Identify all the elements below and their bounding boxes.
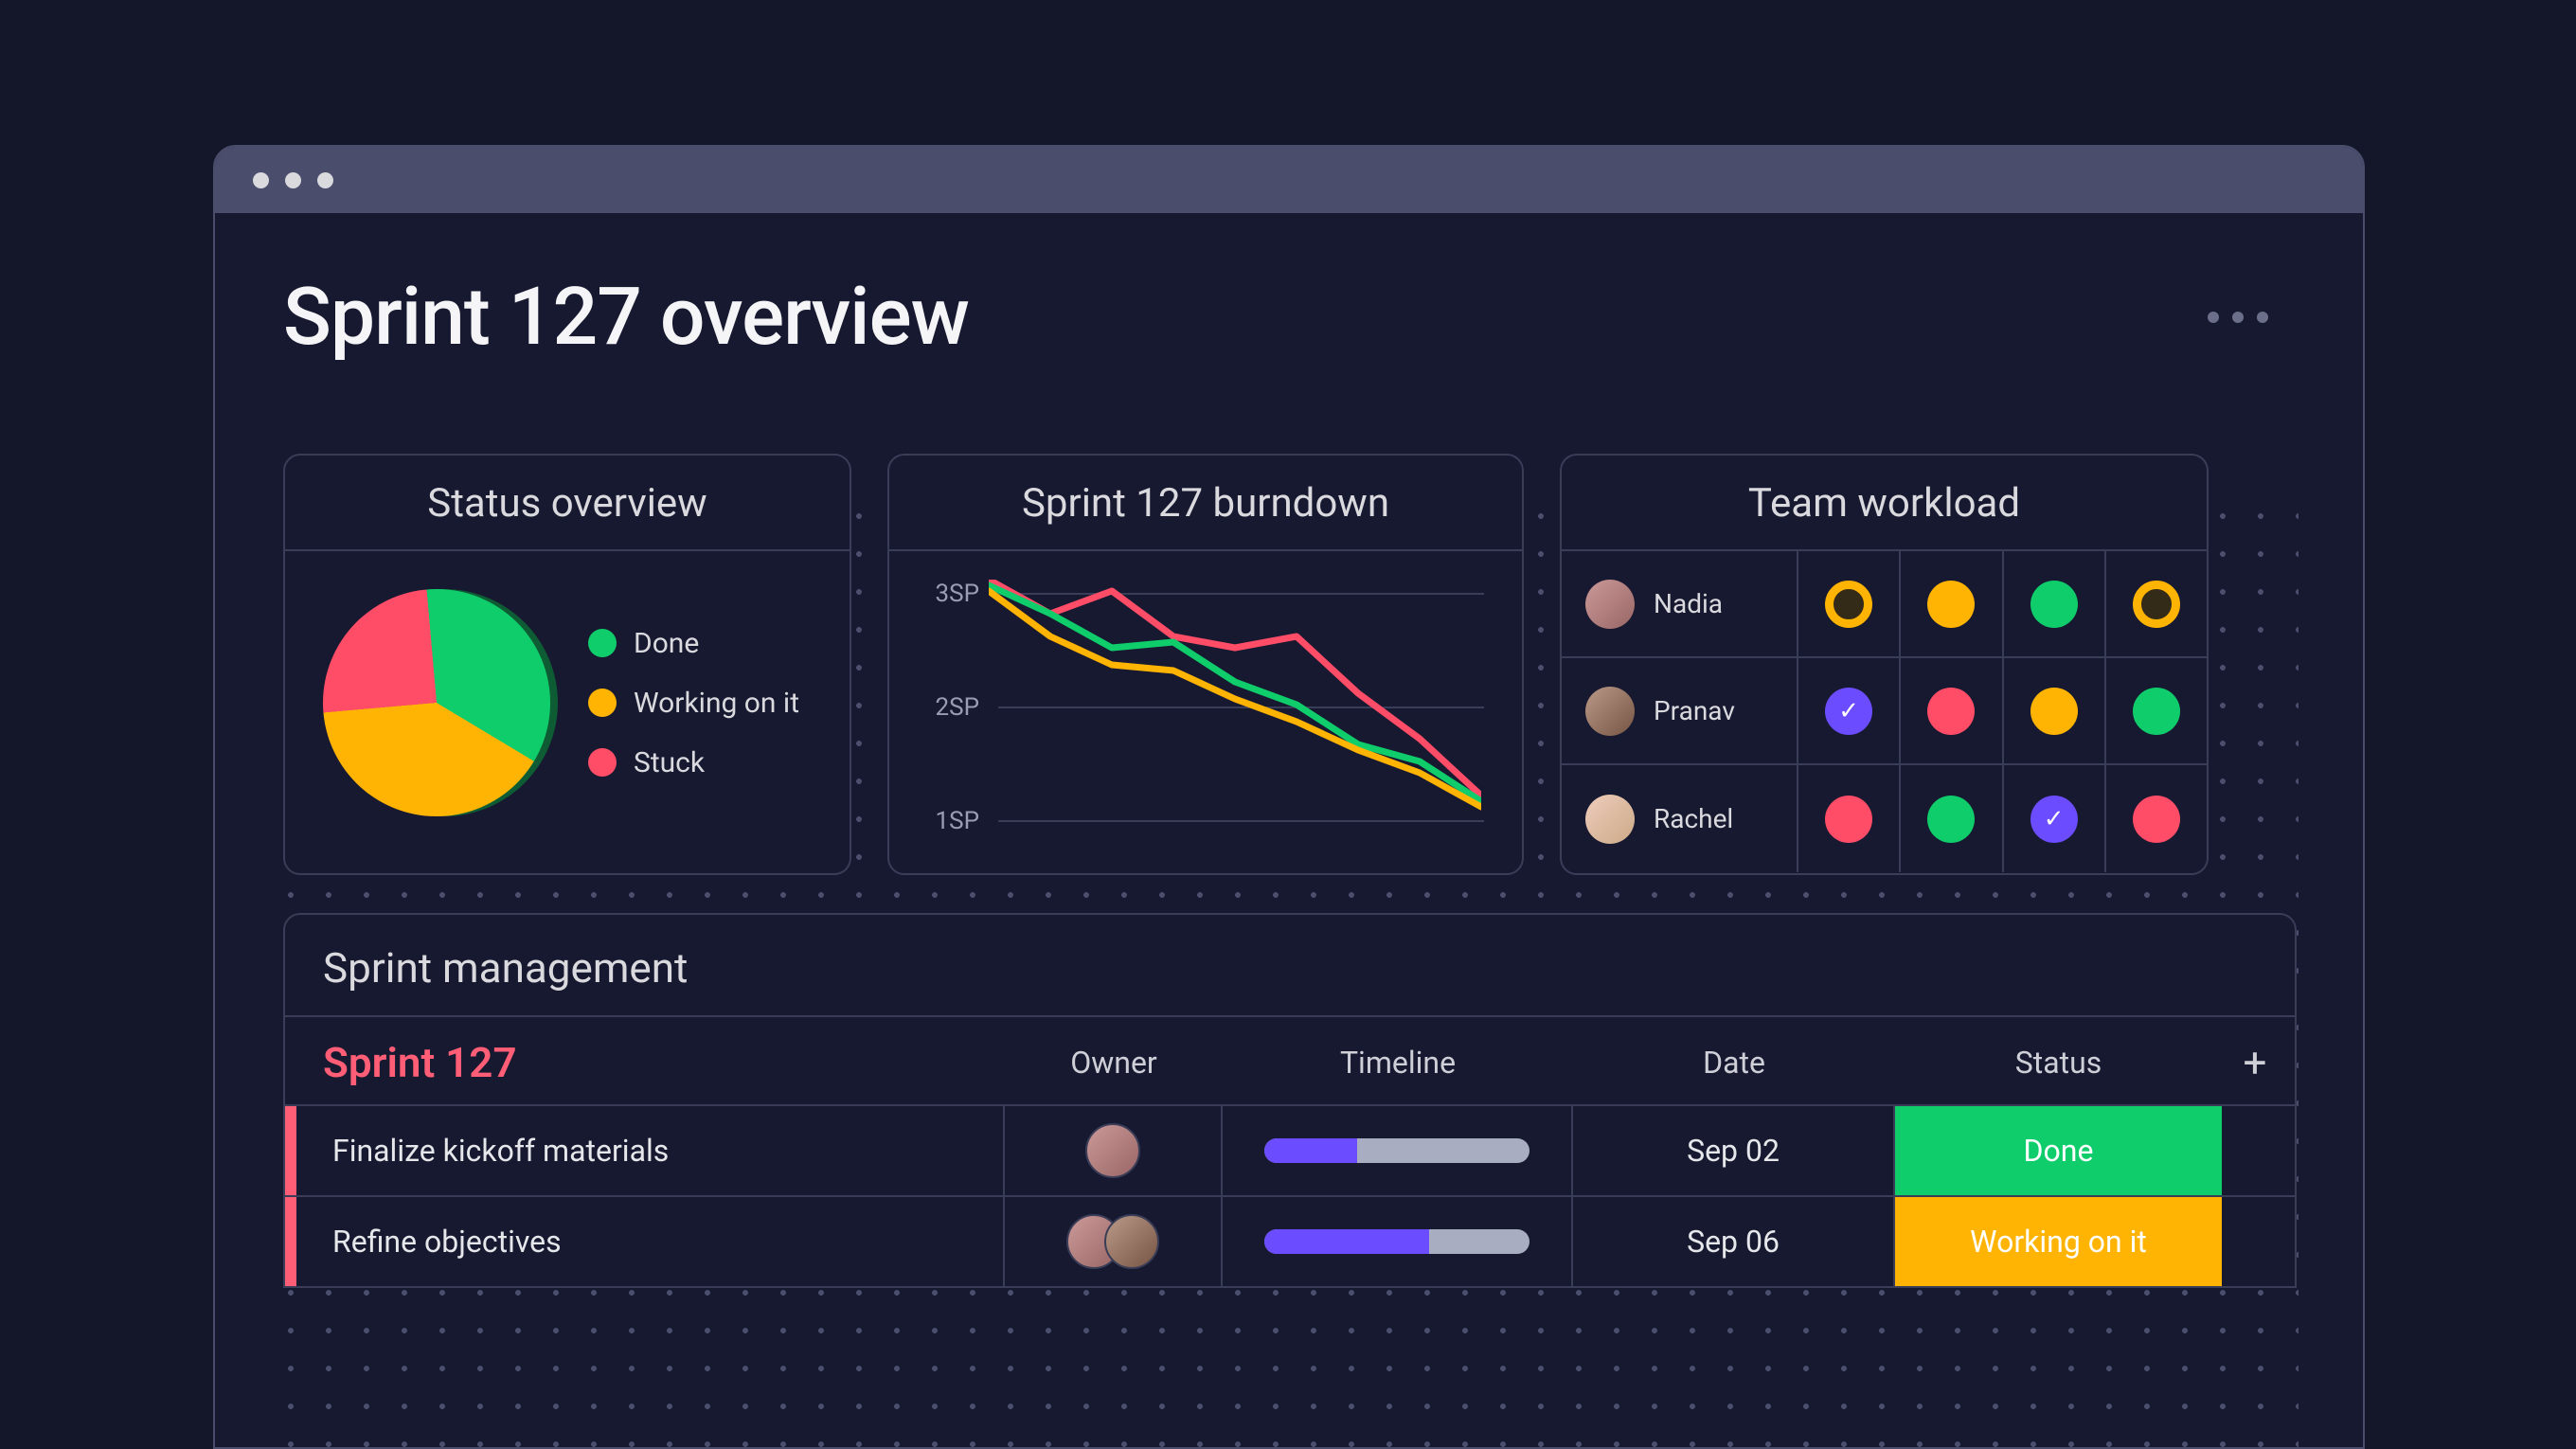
owner-cell[interactable] [1005,1106,1223,1195]
legend-label: Working on it [634,687,799,720]
column-header-date[interactable]: Date [1573,1045,1895,1081]
person-name: Pranav [1654,695,1735,726]
status-chip-icon [1927,796,1975,843]
workload-person[interactable]: Pranav [1562,658,1798,763]
status-cell[interactable]: Done [1895,1106,2222,1195]
page-title: Sprint 127 overview [283,270,969,364]
legend-color-icon [588,689,617,717]
status-chip-icon [2133,796,2180,843]
workload-cell[interactable] [1798,765,1901,872]
status-chip-icon [1927,581,1975,628]
person-name: Nadia [1654,588,1723,619]
workload-cell[interactable] [2004,658,2106,763]
avatar [1085,1123,1140,1178]
y-axis-label: 3SP [927,580,979,608]
avatar [1104,1214,1159,1269]
progress-bar [1264,1138,1530,1163]
legend-label: Stuck [634,746,705,779]
workload-cell[interactable] [2106,551,2207,656]
avatar [1585,687,1635,736]
app-window: Sprint 127 overview Status overview Done… [213,145,2365,1449]
workload-person[interactable]: Rachel [1562,765,1798,872]
workload-cell[interactable]: ✓ [2004,765,2106,872]
workload-cell[interactable] [2106,658,2207,763]
table-row[interactable]: Finalize kickoff materials Sep 02Done [285,1104,2295,1195]
owner-cell[interactable] [1005,1197,1223,1286]
add-column-button[interactable]: + [2222,1038,2288,1087]
legend-item: Stuck [588,746,799,779]
card-title: Sprint 127 burndown [889,456,1522,549]
y-axis-label: 2SP [927,693,979,722]
legend-label: Done [634,627,699,660]
workload-cell[interactable] [2004,551,2106,656]
task-name[interactable]: Finalize kickoff materials [296,1106,1005,1195]
burndown-chart [989,580,1481,835]
workload-row: Rachel ✓ [1562,765,2207,872]
person-name: Rachel [1654,803,1733,834]
card-title: Status overview [285,456,850,549]
timeline-cell[interactable] [1223,1197,1573,1286]
timeline-cell[interactable] [1223,1106,1573,1195]
window-minimize-icon[interactable] [285,172,301,188]
legend-color-icon [588,748,617,777]
burndown-card: Sprint 127 burndown 3SP 2SP 1SP [887,454,1524,875]
status-chip-icon [2030,688,2078,735]
status-chip-icon [1927,688,1975,735]
avatar [1585,795,1635,844]
table-row[interactable]: Refine objectives Sep 06Working on it [285,1195,2295,1286]
column-header-timeline[interactable]: Timeline [1223,1045,1573,1081]
status-chip-icon [2133,581,2180,628]
row-accent [285,1106,296,1195]
date-cell[interactable]: Sep 06 [1573,1197,1895,1286]
sprint-management-card: Sprint management Sprint 127 Owner Timel… [283,913,2297,1288]
legend-item: Working on it [588,687,799,720]
status-chip-icon [1825,796,1872,843]
status-overview-card: Status overview Done Working on it Stuck [283,454,851,875]
y-axis-label: 1SP [927,807,979,835]
window-maximize-icon[interactable] [317,172,333,188]
card-title: Team workload [1562,456,2207,549]
status-chip-icon [2133,688,2180,735]
sprint-group-name[interactable]: Sprint 127 [285,1038,1005,1087]
card-title: Sprint management [285,915,2295,1015]
workload-cell[interactable] [1798,551,1901,656]
window-titlebar [215,147,2363,213]
more-menu-icon[interactable] [2208,312,2297,323]
status-chip-icon [1825,581,1872,628]
workload-row: Pranav ✓ [1562,658,2207,765]
burndown-series-line [989,580,1481,796]
window-close-icon[interactable] [253,172,269,188]
workload-cell[interactable]: ✓ [1798,658,1901,763]
workload-cell[interactable] [2106,765,2207,872]
date-cell[interactable]: Sep 02 [1573,1106,1895,1195]
column-header-owner[interactable]: Owner [1005,1045,1223,1081]
status-pie-chart [323,589,550,816]
column-header-status[interactable]: Status [1895,1045,2222,1081]
status-cell[interactable]: Working on it [1895,1197,2222,1286]
row-accent [285,1197,296,1286]
progress-bar [1264,1229,1530,1254]
workload-person[interactable]: Nadia [1562,551,1798,656]
workload-cell[interactable] [1901,765,2003,872]
workload-row: Nadia [1562,551,2207,658]
status-chip-icon: ✓ [1825,688,1872,735]
status-chip-icon [2030,581,2078,628]
legend-color-icon [588,629,617,657]
task-name[interactable]: Refine objectives [296,1197,1005,1286]
status-chip-icon: ✓ [2030,796,2078,843]
workload-cell[interactable] [1901,551,2003,656]
legend-item: Done [588,627,799,660]
workload-card: Team workload Nadia Pranav ✓ Rachel ✓ [1560,454,2209,875]
avatar [1585,580,1635,629]
workload-cell[interactable] [1901,658,2003,763]
